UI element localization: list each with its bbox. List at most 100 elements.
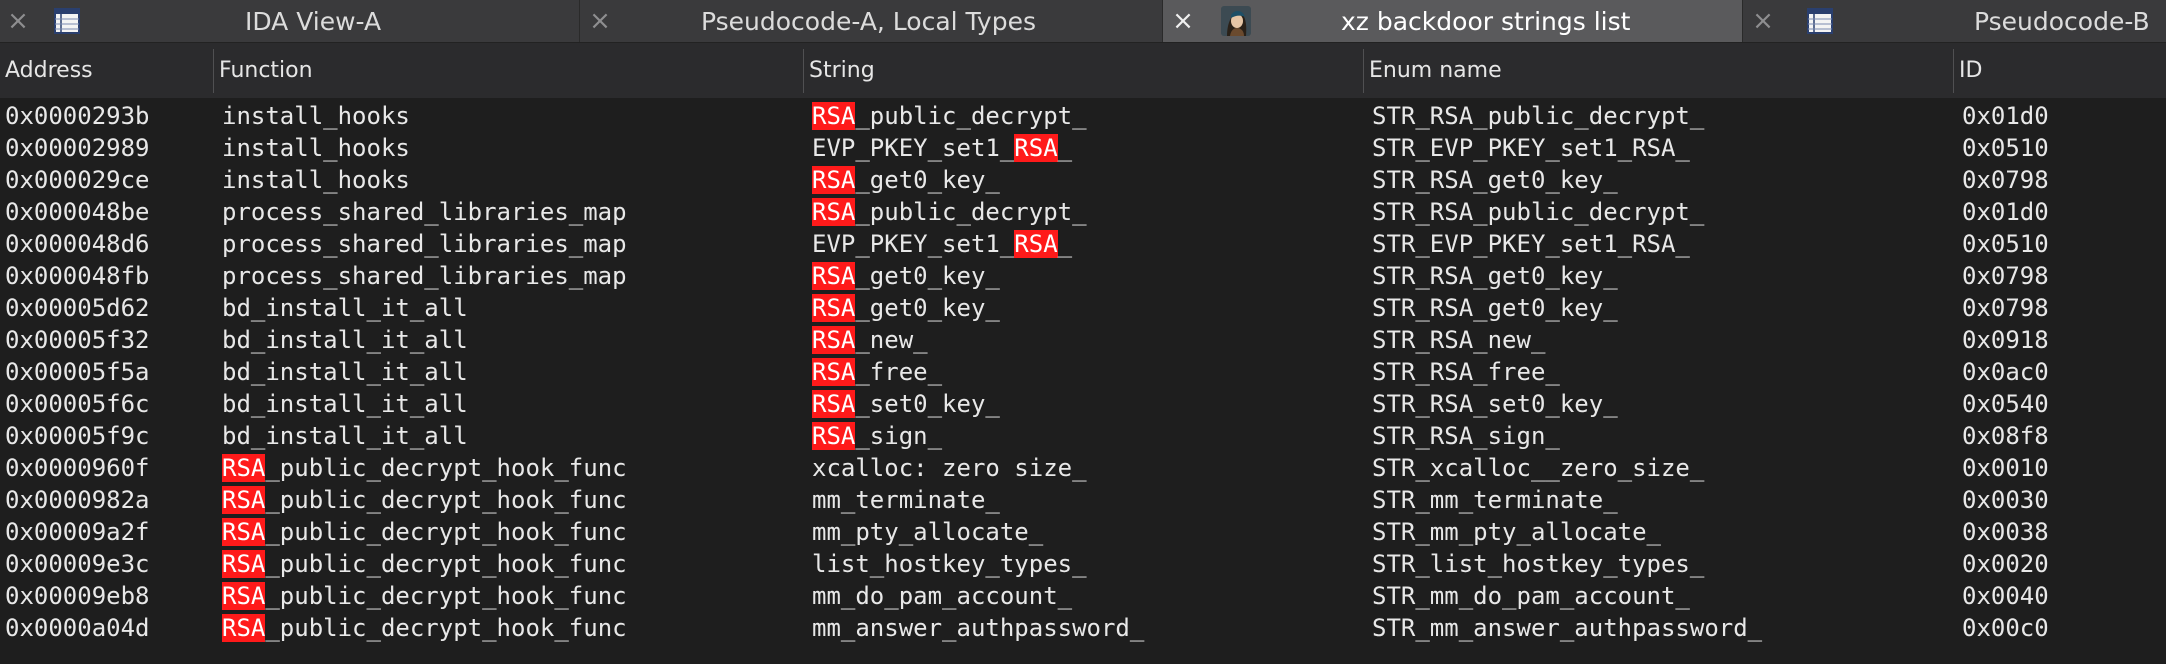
cell-string: RSA_free_ [812, 358, 943, 386]
search-highlight: RSA [222, 582, 266, 610]
cell-function: bd_install_it_all [222, 294, 468, 322]
cell-string: EVP_PKEY_set1_RSA_ [812, 230, 1073, 258]
cell-string: RSA_public_decrypt_ [812, 102, 1087, 130]
cell-address: 0x00005f5a [5, 358, 150, 386]
cell-id: 0x00c0 [1962, 614, 2049, 642]
column-header-id[interactable]: ID [1954, 43, 2166, 98]
cell-function: RSA_public_decrypt_hook_func [222, 454, 627, 482]
search-highlight: RSA [222, 518, 266, 546]
table-row[interactable]: 0x0000982a RSA_public_decrypt_hook_func mm… [0, 484, 2166, 516]
cell-string: mm_do_pam_account_ [812, 582, 1073, 610]
cell-id: 0x08f8 [1962, 422, 2049, 450]
cell-function: process_shared_libraries_map [222, 262, 627, 290]
cell-id: 0x0798 [1962, 166, 2049, 194]
column-header-function[interactable]: Function [214, 43, 803, 98]
table-row[interactable]: 0x00005f32 bd_install_it_all RSA_new_ STR_R… [0, 324, 2166, 356]
table-row[interactable]: 0x00005f9c bd_install_it_all RSA_sign_ STR_… [0, 420, 2166, 452]
table-row[interactable]: 0x00005d62 bd_install_it_all RSA_get0_key_… [0, 292, 2166, 324]
cell-address: 0x000029ce [5, 166, 150, 194]
table-row[interactable]: 0x000048fb process_shared_libraries_map RS… [0, 260, 2166, 292]
table-row[interactable]: 0x0000293b install_hooks RSA_public_decryp… [0, 100, 2166, 132]
cell-id: 0x0020 [1962, 550, 2049, 578]
cell-enum-name: STR_RSA_get0_key_ [1372, 294, 1618, 322]
tab-pseudocode-a[interactable]: × Pseudocode-A, Local Types [580, 0, 1163, 42]
table-row[interactable]: 0x0000a04d RSA_public_decrypt_hook_func mm… [0, 612, 2166, 644]
cell-function: bd_install_it_all [222, 390, 468, 418]
cell-address: 0x00002989 [5, 134, 150, 162]
table-icon [1805, 6, 1835, 36]
tab-label: Pseudocode-B [1974, 7, 2150, 36]
cell-enum-name: STR_EVP_PKEY_set1_RSA_ [1372, 230, 1690, 258]
cell-string: mm_pty_allocate_ [812, 518, 1044, 546]
table-row[interactable]: 0x000048d6 process_shared_libraries_map EV… [0, 228, 2166, 260]
cell-address: 0x0000982a [5, 486, 150, 514]
cell-enum-name: STR_list_hostkey_types_ [1372, 550, 1705, 578]
cell-address: 0x0000a04d [5, 614, 150, 642]
search-highlight: RSA [222, 614, 266, 642]
cell-enum-name: STR_RSA_free_ [1372, 358, 1560, 386]
cell-string: RSA_get0_key_ [812, 166, 1000, 194]
cell-function: bd_install_it_all [222, 422, 468, 450]
search-highlight: RSA [812, 166, 856, 194]
cell-id: 0x0798 [1962, 294, 2049, 322]
search-highlight: RSA [1014, 134, 1058, 162]
close-icon[interactable]: × [6, 7, 30, 35]
cell-address: 0x000048d6 [5, 230, 150, 258]
cell-address: 0x00005f6c [5, 390, 150, 418]
cell-address: 0x00009eb8 [5, 582, 150, 610]
table-icon [52, 6, 82, 36]
cell-address: 0x00005d62 [5, 294, 150, 322]
cell-string: mm_answer_authpassword_ [812, 614, 1145, 642]
column-header-address[interactable]: Address [0, 43, 213, 98]
close-icon[interactable]: × [588, 7, 612, 35]
search-highlight: RSA [222, 550, 266, 578]
cell-string: xcalloc: zero size_ [812, 454, 1087, 482]
table-row[interactable]: 0x00002989 install_hooks EVP_PKEY_set1_RSA… [0, 132, 2166, 164]
cell-function: install_hooks [222, 166, 410, 194]
cell-address: 0x000048be [5, 198, 150, 226]
cell-id: 0x0030 [1962, 486, 2049, 514]
cell-enum-name: STR_RSA_get0_key_ [1372, 166, 1618, 194]
cell-function: RSA_public_decrypt_hook_func [222, 518, 627, 546]
cell-string: RSA_get0_key_ [812, 294, 1000, 322]
search-highlight: RSA [812, 422, 856, 450]
cell-enum-name: STR_RSA_sign_ [1372, 422, 1560, 450]
table-row[interactable]: 0x00005f5a bd_install_it_all RSA_free_ STR_… [0, 356, 2166, 388]
tab-bar: × IDA View-A × Pseudocode-A, Local Types… [0, 0, 2166, 43]
cell-id: 0x0040 [1962, 582, 2049, 610]
cell-address: 0x0000960f [5, 454, 150, 482]
close-icon[interactable]: × [1751, 7, 1775, 35]
table-row[interactable]: 0x00009e3c RSA_public_decrypt_hook_func li… [0, 548, 2166, 580]
cell-id: 0x0798 [1962, 262, 2049, 290]
column-header-string[interactable]: String [804, 43, 1363, 98]
table-row[interactable]: 0x00005f6c bd_install_it_all RSA_set0_key_… [0, 388, 2166, 420]
column-header-enum-name[interactable]: Enum name [1364, 43, 1953, 98]
close-icon[interactable]: × [1171, 7, 1195, 35]
tab-xz-backdoor-strings-list[interactable]: × xz backdoor strings list [1163, 0, 1743, 42]
table-row[interactable]: 0x00009eb8 RSA_public_decrypt_hook_func mm… [0, 580, 2166, 612]
cell-function: process_shared_libraries_map [222, 230, 627, 258]
table-row[interactable]: 0x0000960f RSA_public_decrypt_hook_func xc… [0, 452, 2166, 484]
cell-id: 0x01d0 [1962, 198, 2049, 226]
table-row[interactable]: 0x00009a2f RSA_public_decrypt_hook_func mm… [0, 516, 2166, 548]
table-row[interactable]: 0x000048be process_shared_libraries_map RS… [0, 196, 2166, 228]
cell-id: 0x01d0 [1962, 102, 2049, 130]
cell-enum-name: STR_EVP_PKEY_set1_RSA_ [1372, 134, 1690, 162]
search-highlight: RSA [222, 486, 266, 514]
cell-function: install_hooks [222, 134, 410, 162]
cell-string: RSA_public_decrypt_ [812, 198, 1087, 226]
cell-id: 0x0540 [1962, 390, 2049, 418]
search-highlight: RSA [222, 454, 266, 482]
table-row[interactable]: 0x000029ce install_hooks RSA_get0_key_ STR_… [0, 164, 2166, 196]
cell-id: 0x0ac0 [1962, 358, 2049, 386]
cell-function: RSA_public_decrypt_hook_func [222, 486, 627, 514]
cell-enum-name: STR_RSA_new_ [1372, 326, 1546, 354]
search-highlight: RSA [812, 326, 856, 354]
cell-function: process_shared_libraries_map [222, 198, 627, 226]
tab-ida-view-a[interactable]: × IDA View-A [0, 0, 580, 42]
cell-function: RSA_public_decrypt_hook_func [222, 582, 627, 610]
column-header: Address Function String Enum name ID [0, 43, 2166, 98]
tab-pseudocode-b[interactable]: × Pseudocode-B [1743, 0, 2166, 42]
search-highlight: RSA [1014, 230, 1058, 258]
cell-function: RSA_public_decrypt_hook_func [222, 614, 627, 642]
